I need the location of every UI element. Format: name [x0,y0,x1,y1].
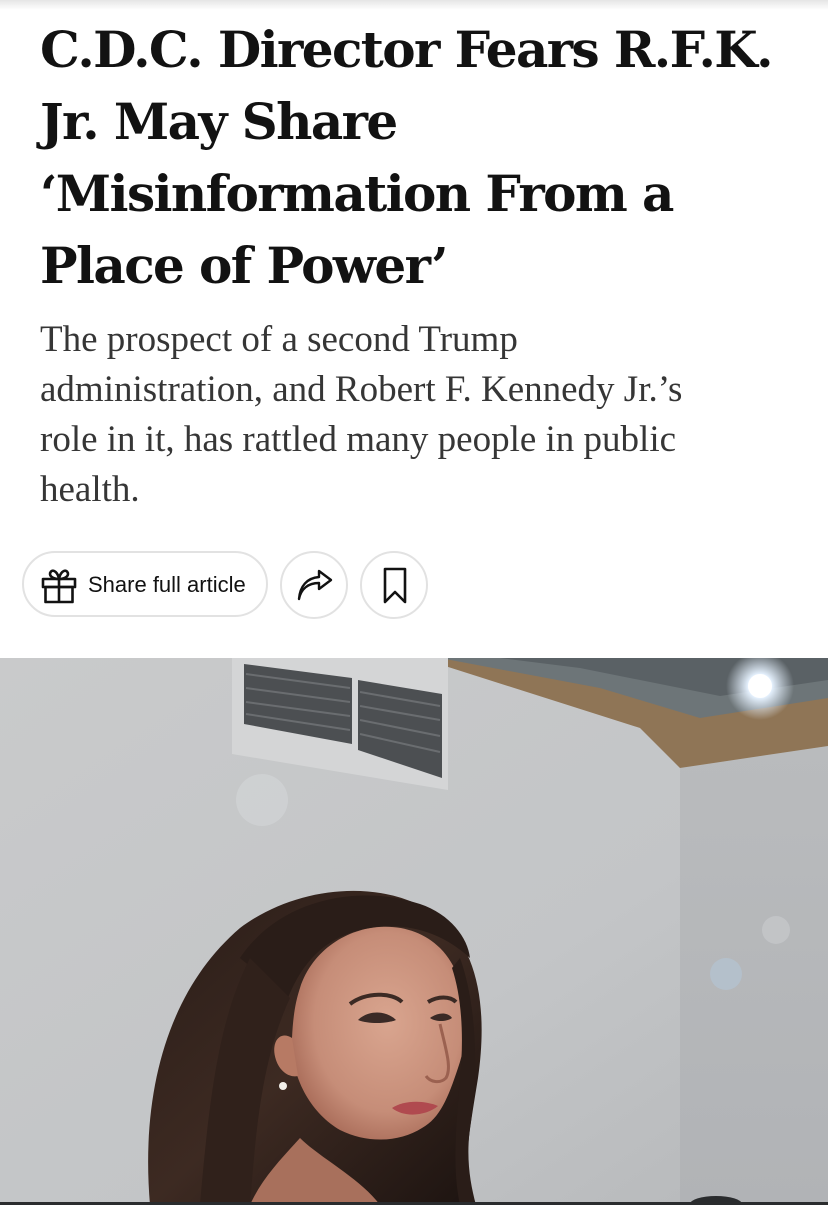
bookmark-icon [383,567,407,604]
headline-line: ‘Misinformation From a [40,164,674,223]
top-edge-shadow [0,0,828,10]
lead-photo [0,658,828,1205]
share-full-article-button[interactable]: Share full article [22,551,268,617]
share-full-article-label: Share full article [88,572,246,597]
headline-line: Jr. May Share [40,92,398,151]
summary-line: health. [40,469,140,510]
lead-photo-image [0,658,828,1205]
share-button[interactable] [280,551,348,619]
summary-line: The prospect of a second Trump [40,319,518,360]
article-summary: The prospect of a second Trump administr… [40,315,790,515]
summary-line: role in it, has rattled many people in p… [40,419,677,460]
summary-line: administration, and Robert F. Kennedy Jr… [40,369,683,410]
save-bookmark-button[interactable] [360,551,428,619]
headline-line: Place of Power’ [40,236,449,295]
share-arrow-icon [297,569,333,601]
article-headline: C.D.C. Director Fears R.F.K. Jr. May Sha… [40,14,800,302]
headline-line: C.D.C. Director Fears R.F.K. [40,20,774,79]
gift-icon [41,569,77,604]
